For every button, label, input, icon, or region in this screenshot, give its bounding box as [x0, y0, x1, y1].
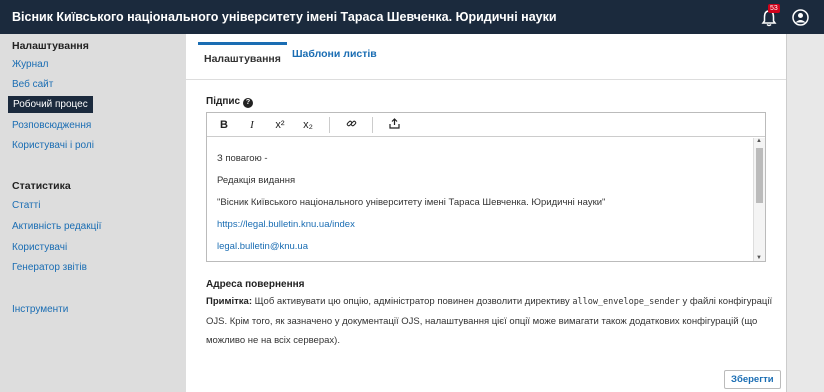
signature-line: "Вісник Київського національного універс…: [217, 197, 606, 208]
sidebar-item-articles[interactable]: Статті: [12, 200, 40, 211]
editor-content[interactable]: З повагою - Редакція видання "Вісник Киї…: [207, 138, 753, 261]
signature-label: Підпис?: [206, 96, 254, 108]
signature-website-link[interactable]: https://legal.bulletin.knu.ua/index: [217, 214, 743, 236]
signature-editor[interactable]: B I x² x₂ З повагою - Редакція видання "…: [206, 112, 766, 262]
tab-settings[interactable]: Налаштування: [198, 42, 287, 71]
notification-badge: 53: [768, 4, 780, 13]
italic-button[interactable]: I: [245, 119, 259, 131]
sidebar-item-users-stats[interactable]: Користувачі: [12, 242, 67, 253]
sidebar-item-distribution[interactable]: Розповсюдження: [12, 120, 91, 131]
sidebar-item-journal[interactable]: Журнал: [12, 59, 49, 70]
scroll-up-arrow-icon[interactable]: ▲: [756, 138, 762, 144]
help-icon[interactable]: ?: [243, 98, 254, 108]
bold-button[interactable]: B: [217, 119, 231, 131]
tab-bar: Налаштування Шаблони листів: [186, 34, 786, 80]
editor-scrollbar[interactable]: ▲ ▼: [753, 138, 765, 261]
app-title[interactable]: Вісник Київського національного універси…: [0, 10, 557, 24]
top-bar: Вісник Київського національного універси…: [0, 0, 824, 34]
sidebar-item-tools[interactable]: Інструменти: [12, 304, 68, 315]
tab-email-templates[interactable]: Шаблони листів: [292, 48, 377, 60]
scroll-thumb[interactable]: [756, 148, 763, 203]
sidebar-item-editorial-activity[interactable]: Активність редакції: [12, 221, 101, 232]
subscript-button[interactable]: x₂: [301, 119, 315, 131]
superscript-button[interactable]: x²: [273, 119, 287, 131]
sidebar-heading-settings: Налаштування: [12, 40, 89, 52]
scroll-down-arrow-icon[interactable]: ▼: [756, 255, 762, 261]
return-address-title: Адреса повернення: [206, 279, 305, 290]
return-address-note: Примітка: Щоб активувати цю опцію, адмін…: [206, 296, 773, 346]
sidebar-item-workflow[interactable]: Робочий процес: [8, 96, 93, 113]
editor-toolbar: B I x² x₂: [207, 113, 765, 137]
upload-icon[interactable]: [387, 117, 401, 132]
sidebar: Налаштування Журнал Веб сайт Робочий про…: [0, 34, 184, 392]
save-button[interactable]: Зберегти: [724, 370, 781, 389]
sidebar-heading-statistics: Статистика: [12, 180, 71, 192]
signature-line: Редакція видання: [217, 175, 296, 186]
signature-line: З повагою -: [217, 153, 268, 164]
link-icon[interactable]: [344, 118, 358, 132]
toolbar-divider: [329, 116, 330, 133]
main-content: Налаштування Шаблони листів Підпис? B I …: [186, 34, 786, 392]
sidebar-item-users-roles[interactable]: Користувачі і ролі: [12, 140, 94, 151]
signature-email-link[interactable]: legal.bulletin@knu.ua: [217, 236, 743, 258]
config-directive: allow_envelope_sender: [572, 297, 680, 307]
sidebar-item-report-generator[interactable]: Генератор звітів: [12, 262, 87, 273]
user-avatar-icon[interactable]: [792, 9, 809, 26]
right-gutter: [786, 34, 824, 392]
toolbar-divider: [372, 116, 373, 133]
sidebar-item-website[interactable]: Веб сайт: [12, 79, 53, 90]
